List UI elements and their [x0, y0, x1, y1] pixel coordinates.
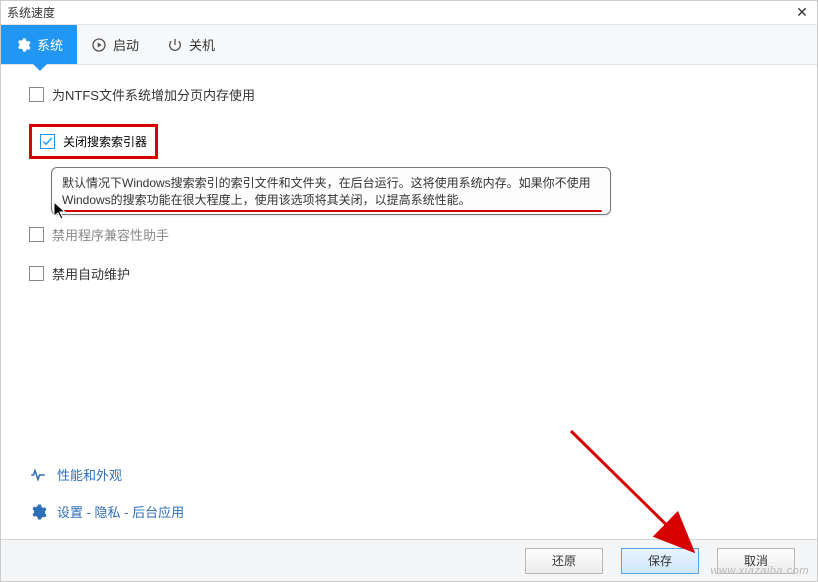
bottom-links: 性能和外观 设置 - 隐私 - 后台应用 [29, 465, 184, 521]
play-circle-icon [91, 37, 107, 53]
link-label: 性能和外观 [57, 465, 122, 484]
waveform-icon [29, 466, 47, 484]
option-compat-assistant[interactable]: 禁用程序兼容性助手 [29, 225, 789, 244]
link-performance-appearance[interactable]: 性能和外观 [29, 465, 184, 484]
restore-button[interactable]: 还原 [525, 548, 603, 574]
checkbox[interactable] [29, 266, 44, 281]
checkbox[interactable] [29, 227, 44, 242]
option-ntfs-page-memory[interactable]: 为NTFS文件系统增加分页内存使用 [29, 85, 789, 104]
footer: 还原 保存 取消 [1, 539, 817, 581]
link-label: 设置 - 隐私 - 后台应用 [57, 502, 184, 521]
link-settings-privacy-background[interactable]: 设置 - 隐私 - 后台应用 [29, 502, 184, 521]
gear-icon [29, 503, 47, 521]
tooltip-text: 默认情况下Windows搜索索引的索引文件和文件夹，在后台运行。这将使用系统内存… [62, 176, 591, 207]
content-area: 为NTFS文件系统增加分页内存使用 关闭搜索索引器 默认情况下Windows搜索… [1, 65, 817, 539]
highlight-annotation: 关闭搜索索引器 [29, 124, 158, 159]
tab-startup[interactable]: 启动 [77, 25, 153, 64]
option-label: 关闭搜索索引器 [63, 133, 147, 150]
tab-shutdown[interactable]: 关机 [153, 25, 229, 64]
annotation-underline [54, 210, 602, 212]
tab-label: 系统 [37, 35, 63, 54]
tab-bar: 系统 启动 关机 [1, 25, 817, 65]
checkbox[interactable] [40, 134, 55, 149]
window-title: 系统速度 [7, 4, 55, 21]
window: 系统速度 ✕ 系统 启动 关机 为NTFS文件系 [0, 0, 818, 582]
option-auto-maintenance[interactable]: 禁用自动维护 [29, 264, 789, 283]
save-button[interactable]: 保存 [621, 548, 699, 574]
option-label: 禁用自动维护 [52, 264, 130, 283]
close-button[interactable]: ✕ [793, 3, 811, 21]
option-label: 为NTFS文件系统增加分页内存使用 [52, 85, 255, 104]
checkbox[interactable] [29, 87, 44, 102]
tab-label: 启动 [113, 35, 139, 54]
cancel-button[interactable]: 取消 [717, 548, 795, 574]
gear-icon [15, 37, 31, 53]
tab-label: 关机 [189, 35, 215, 54]
power-icon [167, 37, 183, 53]
option-label: 禁用程序兼容性助手 [52, 225, 169, 244]
titlebar: 系统速度 ✕ [1, 1, 817, 25]
tooltip: 默认情况下Windows搜索索引的索引文件和文件夹，在后台运行。这将使用系统内存… [51, 167, 611, 215]
tab-system[interactable]: 系统 [1, 25, 77, 64]
